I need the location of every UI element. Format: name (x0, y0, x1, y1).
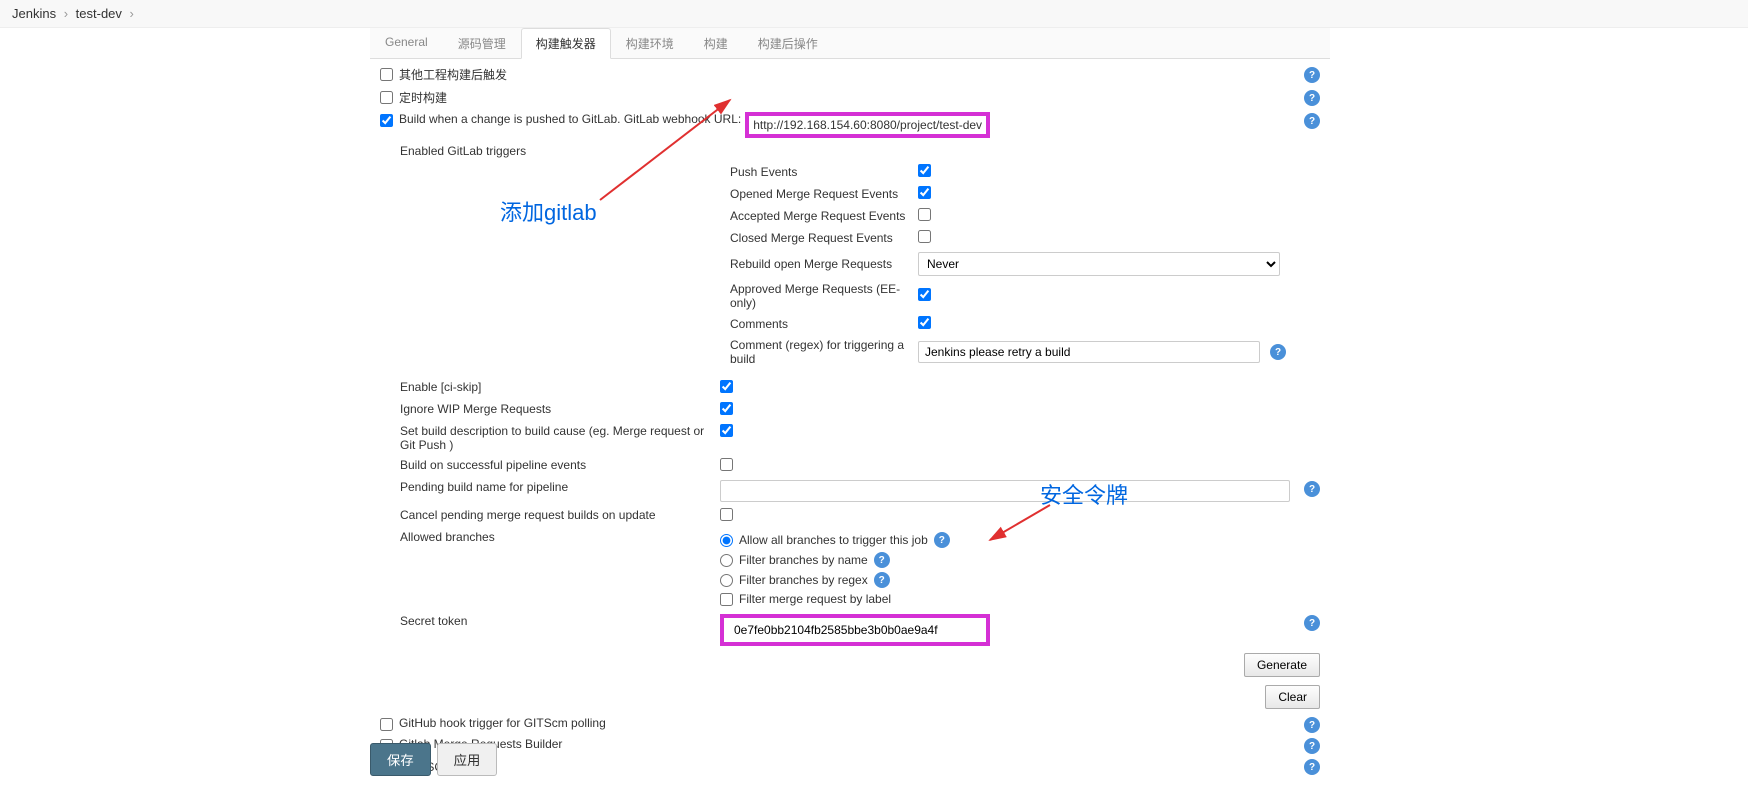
gitlab-webhook-url: http://192.168.154.60:8080/project/test-… (753, 118, 982, 132)
checkbox-push-events[interactable] (918, 164, 931, 177)
label-gitlab-push: Build when a change is pushed to GitLab.… (399, 112, 741, 126)
label-push-events: Push Events (730, 165, 918, 179)
input-pending-name[interactable] (720, 480, 1290, 502)
radio-by-name[interactable] (720, 554, 733, 567)
help-icon[interactable]: ? (874, 572, 890, 588)
breadcrumb-sep: › (130, 6, 134, 21)
checkbox-approved[interactable] (918, 288, 931, 301)
help-icon[interactable]: ? (934, 532, 950, 548)
label-closed-mr: Closed Merge Request Events (730, 231, 918, 245)
label-other-remote: 其他工程构建后触发 (399, 66, 507, 83)
checkbox-cron[interactable] (380, 91, 393, 104)
label-opened-mr: Opened Merge Request Events (730, 187, 918, 201)
checkbox-pipeline-events[interactable] (720, 458, 733, 471)
breadcrumb-project[interactable]: test-dev (76, 6, 122, 21)
label-cancel-pending: Cancel pending merge request builds on u… (380, 508, 720, 522)
help-icon[interactable]: ? (1304, 481, 1320, 497)
label-ignore-wip: Ignore WIP Merge Requests (380, 402, 720, 416)
highlight-secret-token (720, 614, 990, 646)
config-tabs: General 源码管理 构建触发器 构建环境 构建 构建后操作 (370, 28, 1330, 59)
help-icon[interactable]: ? (1304, 717, 1320, 733)
checkbox-by-label[interactable] (720, 593, 733, 606)
footer-buttons: 保存 应用 (370, 743, 497, 776)
label-ci-skip: Enable [ci-skip] (380, 380, 720, 394)
checkbox-build-desc[interactable] (720, 424, 733, 437)
help-icon[interactable]: ? (1304, 90, 1320, 106)
help-icon[interactable]: ? (1304, 759, 1320, 775)
label-by-label: Filter merge request by label (739, 592, 891, 606)
label-github-hook: GitHub hook trigger for GITScm polling (399, 716, 606, 730)
help-icon[interactable]: ? (874, 552, 890, 568)
select-rebuild[interactable]: Never (918, 252, 1280, 276)
checkbox-ignore-wip[interactable] (720, 402, 733, 415)
breadcrumb: Jenkins › test-dev › (0, 0, 1748, 28)
tab-general[interactable]: General (370, 28, 443, 58)
label-pending-name: Pending build name for pipeline (380, 480, 720, 494)
label-secret-token: Secret token (380, 614, 720, 628)
label-accepted-mr: Accepted Merge Request Events (730, 209, 918, 223)
save-button[interactable]: 保存 (370, 743, 431, 776)
checkbox-cancel-pending[interactable] (720, 508, 733, 521)
input-comment-regex[interactable] (918, 341, 1260, 363)
tab-env[interactable]: 构建环境 (611, 28, 689, 58)
radio-allow-all[interactable] (720, 534, 733, 547)
checkbox-opened-mr[interactable] (918, 186, 931, 199)
highlight-webhook-url: http://192.168.154.60:8080/project/test-… (745, 112, 990, 138)
label-by-regex: Filter branches by regex (739, 573, 868, 587)
tab-triggers[interactable]: 构建触发器 (521, 28, 611, 59)
tab-build[interactable]: 构建 (689, 28, 743, 58)
checkbox-comments[interactable] (918, 316, 931, 329)
input-secret-token[interactable] (728, 620, 978, 640)
checkbox-closed-mr[interactable] (918, 230, 931, 243)
help-icon[interactable]: ? (1304, 67, 1320, 83)
label-enabled-triggers: Enabled GitLab triggers (370, 141, 1330, 161)
help-icon[interactable]: ? (1304, 113, 1320, 129)
label-pipeline-events: Build on successful pipeline events (380, 458, 720, 472)
breadcrumb-sep: › (64, 6, 68, 21)
label-build-desc: Set build description to build cause (eg… (380, 424, 720, 452)
clear-button[interactable]: Clear (1265, 685, 1320, 709)
checkbox-github-hook[interactable] (380, 718, 393, 731)
help-icon[interactable]: ? (1304, 738, 1320, 754)
label-cron: 定时构建 (399, 89, 447, 106)
label-rebuild: Rebuild open Merge Requests (730, 257, 918, 271)
label-allowed-branches: Allowed branches (380, 530, 720, 544)
label-allow-all: Allow all branches to trigger this job (739, 533, 928, 547)
help-icon[interactable]: ? (1304, 615, 1320, 631)
checkbox-accepted-mr[interactable] (918, 208, 931, 221)
checkbox-ci-skip[interactable] (720, 380, 733, 393)
label-approved: Approved Merge Requests (EE-only) (730, 282, 918, 310)
tab-scm[interactable]: 源码管理 (443, 28, 521, 58)
help-icon[interactable]: ? (1270, 344, 1286, 360)
checkbox-other-remote[interactable] (380, 68, 393, 81)
content-pane: 其他工程构建后触发 ? 定时构建 ? Build when a change i… (370, 59, 1330, 798)
radio-by-regex[interactable] (720, 574, 733, 587)
apply-button[interactable]: 应用 (437, 743, 498, 776)
label-by-name: Filter branches by name (739, 553, 868, 567)
breadcrumb-root[interactable]: Jenkins (12, 6, 56, 21)
label-comments: Comments (730, 317, 918, 331)
generate-button[interactable]: Generate (1244, 653, 1320, 677)
checkbox-gitlab-push[interactable] (380, 114, 393, 127)
tab-post[interactable]: 构建后操作 (743, 28, 833, 58)
label-comment-regex: Comment (regex) for triggering a build (730, 338, 918, 366)
